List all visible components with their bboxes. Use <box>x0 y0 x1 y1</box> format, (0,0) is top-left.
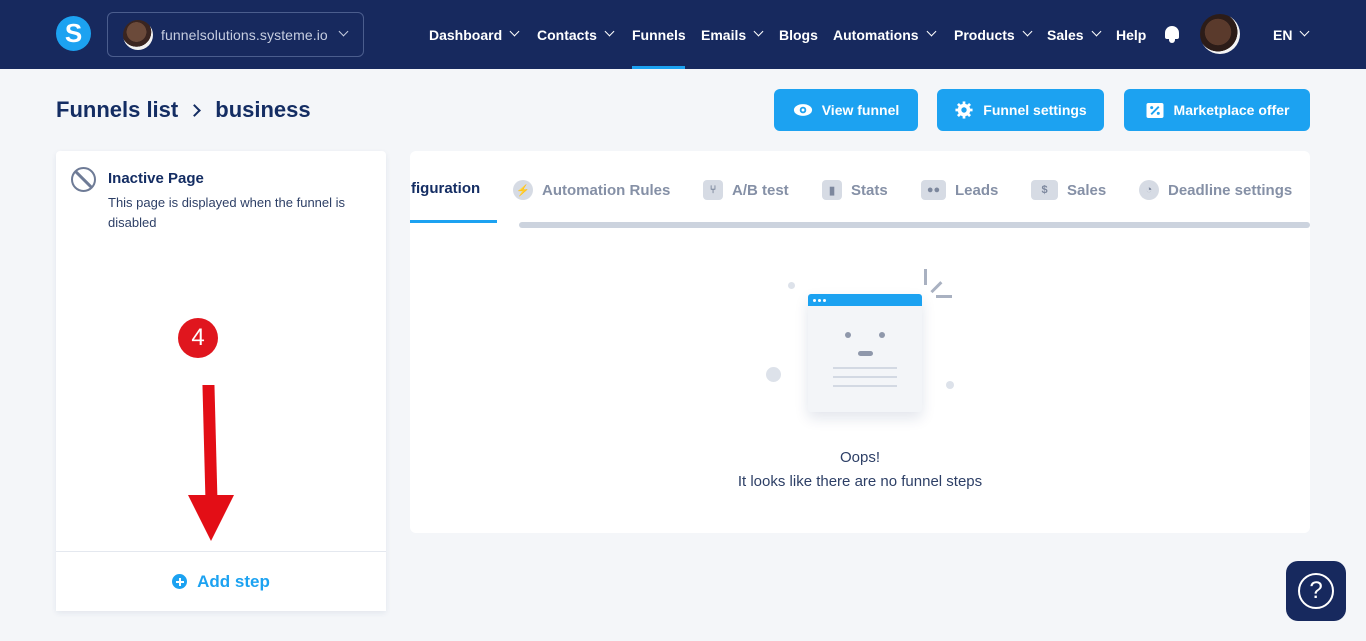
tab-automation-rules[interactable]: ⚡ Automation Rules <box>513 180 670 200</box>
chevron-down-icon <box>926 26 937 37</box>
chevron-down-icon <box>331 26 349 41</box>
inactive-page-description: This page is displayed when the funnel i… <box>108 195 346 230</box>
people-icon: ●● <box>921 180 946 200</box>
chevron-right-icon <box>188 103 202 117</box>
tab-leads[interactable]: ●● Leads <box>921 180 998 200</box>
chevron-down-icon <box>1091 26 1102 37</box>
active-tab-indicator <box>410 220 497 223</box>
chevron-down-icon <box>753 26 764 37</box>
tab-configuration[interactable]: figuration <box>411 180 480 197</box>
coupon-icon <box>1146 102 1164 118</box>
chevron-down-icon <box>1300 26 1310 37</box>
view-funnel-button[interactable]: View funnel <box>774 89 918 131</box>
empty-state-message: It looks like there are no funnel steps <box>737 473 983 490</box>
chevron-down-icon <box>1022 26 1033 37</box>
workspace-name: funnelsolutions.systeme.io <box>161 26 328 43</box>
clock-icon: ◔ <box>1139 180 1159 200</box>
empty-state-illustration <box>755 261 965 441</box>
workspace-avatar <box>123 19 153 50</box>
user-avatar[interactable] <box>1200 14 1240 54</box>
chevron-down-icon <box>604 26 615 37</box>
top-navbar: S funnelsolutions.systeme.io Dashboard C… <box>0 0 1366 69</box>
nav-automations[interactable]: Automations <box>833 0 937 69</box>
tab-deadline-settings[interactable]: ◔ Deadline settings <box>1139 180 1292 200</box>
annotation-step-badge: 4 <box>178 318 218 358</box>
tabs-scrollbar[interactable] <box>519 222 1310 228</box>
disabled-icon <box>71 167 96 192</box>
chevron-down-icon <box>509 26 520 37</box>
breadcrumb: Funnels list business <box>56 97 311 123</box>
nav-emails[interactable]: Emails <box>701 0 764 69</box>
breadcrumb-funnels-list[interactable]: Funnels list <box>56 97 178 123</box>
marketplace-offer-button[interactable]: Marketplace offer <box>1124 89 1310 131</box>
help-chat-button[interactable]: ? <box>1286 561 1346 621</box>
tab-stats[interactable]: ▮ Stats <box>822 180 888 200</box>
bell-icon[interactable] <box>1163 24 1181 43</box>
tab-ab-test[interactable]: ⑂ A/B test <box>703 180 789 200</box>
breadcrumb-current: business <box>215 97 311 122</box>
add-step-button[interactable]: Add step <box>56 551 386 611</box>
gear-icon <box>955 101 973 119</box>
dollar-icon: $ <box>1031 180 1058 200</box>
nav-contacts[interactable]: Contacts <box>537 0 615 69</box>
empty-state-title: Oops! <box>839 449 881 466</box>
add-step-label: Add step <box>197 571 270 591</box>
nav-blogs[interactable]: Blogs <box>779 0 818 69</box>
funnel-steps-panel: Inactive Page This page is displayed whe… <box>56 151 386 611</box>
nav-help[interactable]: Help <box>1116 0 1146 69</box>
split-icon: ⑂ <box>703 180 723 200</box>
systeme-logo[interactable]: S <box>56 16 91 51</box>
annotation-arrow-head <box>188 495 234 541</box>
language-selector[interactable]: EN <box>1273 0 1310 69</box>
eye-icon <box>793 104 812 116</box>
bolt-icon: ⚡ <box>513 180 533 200</box>
nav-dashboard[interactable]: Dashboard <box>429 0 520 69</box>
nav-funnels[interactable]: Funnels <box>632 0 686 69</box>
plus-circle-icon <box>172 574 188 589</box>
question-icon: ? <box>1298 573 1334 609</box>
funnel-settings-button[interactable]: Funnel settings <box>937 89 1104 131</box>
nav-sales[interactable]: Sales <box>1047 0 1102 69</box>
nav-products[interactable]: Products <box>954 0 1033 69</box>
workspace-switcher[interactable]: funnelsolutions.systeme.io <box>107 12 364 57</box>
tab-sales[interactable]: $ Sales <box>1031 180 1106 200</box>
funnel-content-panel: figuration ⚡ Automation Rules ⑂ A/B test ▮… <box>410 151 1310 533</box>
bar-chart-icon: ▮ <box>822 180 842 200</box>
inactive-page-title[interactable]: Inactive Page <box>108 170 204 187</box>
